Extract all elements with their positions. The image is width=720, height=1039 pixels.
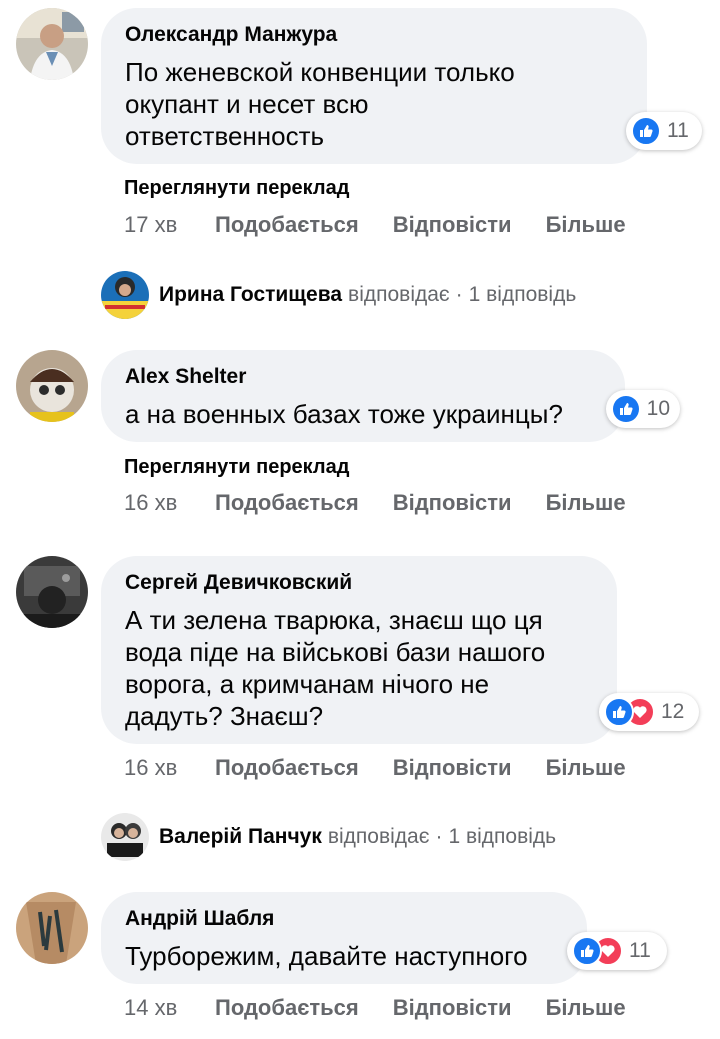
reply-author: Валерій Панчук: [159, 825, 322, 848]
avatar: [101, 271, 149, 319]
like-icon: [604, 697, 634, 727]
comment-text: А ти зелена тварюка, знаєш що ця вода пі…: [125, 605, 546, 731]
separator-dot: ·: [455, 283, 463, 306]
reaction-count: 12: [661, 700, 685, 723]
more-button[interactable]: Більше: [546, 755, 626, 781]
reply-count: 1 відповідь: [468, 283, 577, 306]
reply-verb: відповідає: [327, 825, 430, 848]
timestamp[interactable]: 16 хв: [124, 490, 215, 516]
reaction-summary[interactable]: 10: [606, 390, 680, 428]
comment-actions: 16 хв Подобається Відповісти Більше: [124, 755, 660, 781]
reply-button[interactable]: Відповісти: [393, 995, 512, 1021]
like-button[interactable]: Подобається: [215, 755, 359, 781]
comment-actions: 17 хв Подобається Відповісти Більше: [124, 212, 660, 238]
reply-button[interactable]: Відповісти: [393, 755, 512, 781]
timestamp[interactable]: 17 хв: [124, 212, 215, 238]
replies-link[interactable]: Ирина Гостищева відповідає · 1 відповідь: [101, 271, 576, 319]
avatar[interactable]: [16, 8, 88, 80]
reply-count: 1 відповідь: [448, 825, 557, 848]
comment-actions: 14 хв Подобається Відповісти Більше: [124, 995, 660, 1021]
reaction-count: 11: [667, 119, 689, 142]
comment-bubble: Alex Shelter а на военных базах тоже укр…: [101, 350, 625, 442]
like-button[interactable]: Подобається: [215, 490, 359, 516]
reply-button[interactable]: Відповісти: [393, 490, 512, 516]
see-translation-link[interactable]: Переглянути переклад: [124, 456, 349, 479]
comment-text: По женевской конвенции только окупант и …: [125, 57, 515, 151]
avatar[interactable]: [16, 892, 88, 964]
like-button[interactable]: Подобається: [215, 212, 359, 238]
reaction-summary[interactable]: 12: [599, 693, 699, 731]
comment-actions: 16 хв Подобається Відповісти Більше: [124, 490, 660, 516]
comment-text: а на военных базах тоже украинцы?: [125, 399, 563, 429]
more-button[interactable]: Більше: [546, 995, 626, 1021]
reply-button[interactable]: Відповісти: [393, 212, 512, 238]
comment-bubble: Олександр Манжура По женевской конвенции…: [101, 8, 647, 164]
comment-author[interactable]: Олександр Манжура: [125, 22, 623, 48]
comment-bubble: Сергей Девичковский А ти зелена тварюка,…: [101, 556, 617, 744]
avatar[interactable]: [16, 556, 88, 628]
comment-bubble: Андрій Шабля Турборежим, давайте наступн…: [101, 892, 587, 984]
reaction-summary[interactable]: 11: [567, 932, 667, 970]
comment-author[interactable]: Alex Shelter: [125, 364, 601, 390]
timestamp[interactable]: 14 хв: [124, 995, 215, 1021]
like-icon: [611, 394, 641, 424]
avatar[interactable]: [16, 350, 88, 422]
more-button[interactable]: Більше: [546, 490, 626, 516]
like-button[interactable]: Подобається: [215, 995, 359, 1021]
more-button[interactable]: Більше: [546, 212, 626, 238]
reply-author: Ирина Гостищева: [159, 283, 343, 306]
comment-author[interactable]: Сергей Девичковский: [125, 570, 593, 596]
comment-text: Турборежим, давайте наступного: [125, 941, 528, 971]
avatar: [101, 813, 149, 861]
reaction-summary[interactable]: 11: [626, 112, 702, 150]
comment-author[interactable]: Андрій Шабля: [125, 906, 563, 932]
separator-dot: ·: [435, 825, 443, 848]
like-icon: [572, 936, 602, 966]
like-icon: [631, 116, 661, 146]
reaction-count: 11: [629, 939, 651, 962]
replies-link[interactable]: Валерій Панчук відповідає · 1 відповідь: [101, 813, 556, 861]
see-translation-link[interactable]: Переглянути переклад: [124, 177, 349, 200]
reply-verb: відповідає: [348, 283, 450, 306]
timestamp[interactable]: 16 хв: [124, 755, 215, 781]
reaction-count: 10: [646, 397, 670, 420]
